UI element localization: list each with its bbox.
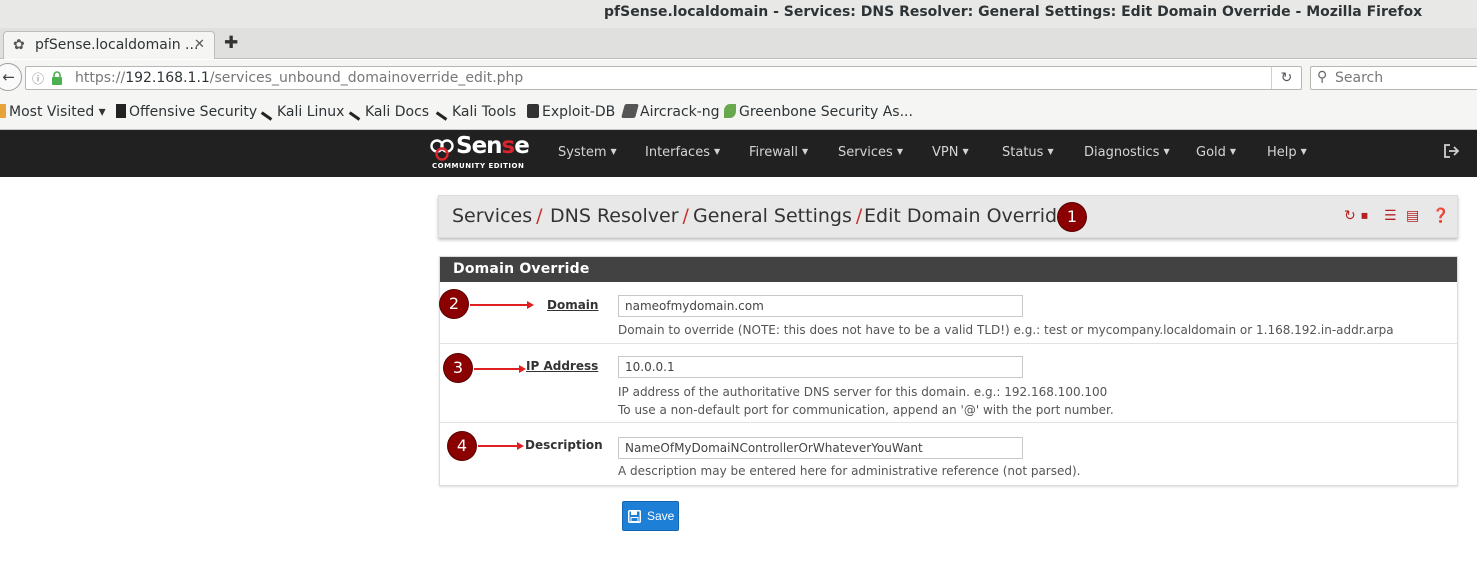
- bookmark-kali-linux[interactable]: Kali Linux: [260, 104, 344, 121]
- save-disk-icon: [628, 510, 641, 523]
- annotation-arrow-2: [470, 301, 534, 309]
- reload-icon[interactable]: ↻: [1271, 67, 1301, 89]
- url-bar[interactable]: ⓘ https://192.168.1.1/services_unbound_d…: [25, 66, 1302, 90]
- aircrack-icon: [621, 104, 639, 118]
- navigation-bar: ← ⓘ https://192.168.1.1/services_unbound…: [0, 60, 1477, 96]
- stop-icon[interactable]: ⏹: [1361, 208, 1368, 224]
- pfsense-navbar: Sense COMMUNITY EDITION System ▼ Interfac…: [0, 130, 1477, 177]
- bookmark-kali-tools[interactable]: Kali Tools: [435, 104, 516, 121]
- lock-icon: [52, 71, 62, 85]
- tab-close-icon[interactable]: ✕: [194, 37, 205, 52]
- menu-diagnostics[interactable]: Diagnostics ▼: [1084, 145, 1170, 160]
- domain-input[interactable]: nameofmydomain.com: [618, 295, 1023, 317]
- pfsense-favicon-icon: ✿: [13, 37, 25, 53]
- bookmark-offensive-security[interactable]: Offensive Security: [116, 104, 257, 120]
- description-input[interactable]: NameOfMyDomaiNControllerOrWhateverYouWan…: [618, 437, 1023, 459]
- logo-subtitle: COMMUNITY EDITION: [432, 162, 525, 170]
- save-label: Save: [647, 509, 675, 523]
- log-icon[interactable]: ▤: [1406, 208, 1419, 224]
- back-arrow-icon[interactable]: ←: [0, 63, 22, 91]
- kali-icon: [260, 107, 276, 121]
- annotation-marker-3: 3: [444, 354, 472, 382]
- bookmark-aircrack-ng[interactable]: Aircrack-ng: [621, 104, 720, 120]
- bookmark-exploit-db[interactable]: Exploit-DB: [527, 104, 615, 120]
- domain-override-panel: Domain Override Domain nameofmydomain.co…: [439, 256, 1458, 486]
- panel-heading: Domain Override: [440, 257, 1457, 282]
- domain-help: Domain to override (NOTE: this does not …: [618, 323, 1394, 337]
- domain-label: Domain: [547, 298, 599, 312]
- menu-help[interactable]: Help ▼: [1267, 145, 1307, 160]
- ip-port-help: To use a non-default port for communicat…: [618, 403, 1114, 417]
- ip-address-input[interactable]: 10.0.0.1: [618, 356, 1023, 378]
- description-row: Description NameOfMyDomaiNControllerOrWh…: [440, 423, 1457, 485]
- folder-icon: [0, 104, 6, 118]
- save-button[interactable]: Save: [622, 501, 679, 531]
- ip-address-label: IP Address: [526, 359, 599, 373]
- annotation-marker-1: 1: [1058, 203, 1086, 231]
- new-tab-icon[interactable]: ✚: [224, 33, 238, 53]
- breadcrumb: Services / DNS Resolver / General Settings…: [438, 195, 1458, 238]
- ip-address-help: IP address of the authoritative DNS serv…: [618, 385, 1108, 399]
- url-text[interactable]: https://192.168.1.1/services_unbound_dom…: [75, 70, 523, 86]
- description-label: Description: [525, 438, 603, 452]
- pfsense-logo[interactable]: Sense COMMUNITY EDITION: [430, 133, 530, 172]
- pfsense-logo-icon: [430, 139, 454, 161]
- help-icon[interactable]: ❓: [1432, 208, 1449, 224]
- search-icon: ⚲: [1317, 69, 1328, 85]
- bookmark-most-visited[interactable]: Most Visited ▾: [0, 104, 106, 120]
- menu-firewall[interactable]: Firewall ▼: [749, 145, 808, 160]
- page-title: Edit Domain Override: [864, 205, 1069, 227]
- kali-icon: [435, 107, 451, 121]
- menu-status[interactable]: Status ▼: [1002, 145, 1054, 160]
- info-icon[interactable]: ⓘ: [32, 70, 44, 87]
- annotation-marker-4: 4: [448, 432, 476, 460]
- annotation-arrow-3: [474, 365, 526, 373]
- bookmark-greenbone[interactable]: Greenbone Security As...: [724, 104, 913, 120]
- menu-system[interactable]: System ▼: [558, 145, 617, 160]
- ip-address-row: IP Address 10.0.0.1 IP address of the au…: [440, 344, 1457, 423]
- browser-tab[interactable]: ✿ pfSense.localdomain ... ✕: [3, 31, 215, 59]
- breadcrumb-general-settings[interactable]: General Settings /: [693, 205, 862, 227]
- menu-services[interactable]: Services ▼: [838, 145, 903, 160]
- offsec-icon: [116, 104, 126, 118]
- exploitdb-icon: [527, 104, 539, 118]
- window-title: pfSense.localdomain - Services: DNS Reso…: [604, 4, 1423, 20]
- breadcrumb-dns-resolver[interactable]: DNS Resolver /: [550, 205, 689, 227]
- search-box[interactable]: ⚲ Search: [1310, 66, 1477, 90]
- domain-row: Domain nameofmydomain.com Domain to over…: [440, 282, 1457, 344]
- menu-vpn[interactable]: VPN ▼: [932, 145, 969, 160]
- kali-icon: [348, 107, 364, 121]
- description-help: A description may be entered here for ad…: [618, 464, 1081, 478]
- search-placeholder: Search: [1335, 70, 1384, 86]
- logo-wordmark: Sense: [456, 133, 530, 159]
- annotation-arrow-4: [478, 442, 524, 450]
- menu-gold[interactable]: Gold ▼: [1196, 145, 1236, 160]
- annotation-marker-2: 2: [440, 290, 468, 318]
- tab-label: pfSense.localdomain ...: [35, 37, 199, 53]
- sliders-icon[interactable]: ☰: [1384, 208, 1397, 224]
- reload-status-icon[interactable]: ↻: [1344, 208, 1356, 224]
- logout-icon[interactable]: [1444, 144, 1460, 158]
- bookmarks-toolbar: Most Visited ▾ Offensive Security Kali L…: [0, 96, 1477, 130]
- menu-interfaces[interactable]: Interfaces ▼: [645, 145, 720, 160]
- greenbone-icon: [724, 104, 736, 118]
- bookmark-kali-docs[interactable]: Kali Docs: [348, 104, 429, 121]
- tab-strip: ✿ pfSense.localdomain ... ✕: [0, 28, 1477, 59]
- breadcrumb-services[interactable]: Services /: [452, 205, 543, 227]
- window-titlebar: pfSense.localdomain - Services: DNS Reso…: [0, 0, 1477, 28]
